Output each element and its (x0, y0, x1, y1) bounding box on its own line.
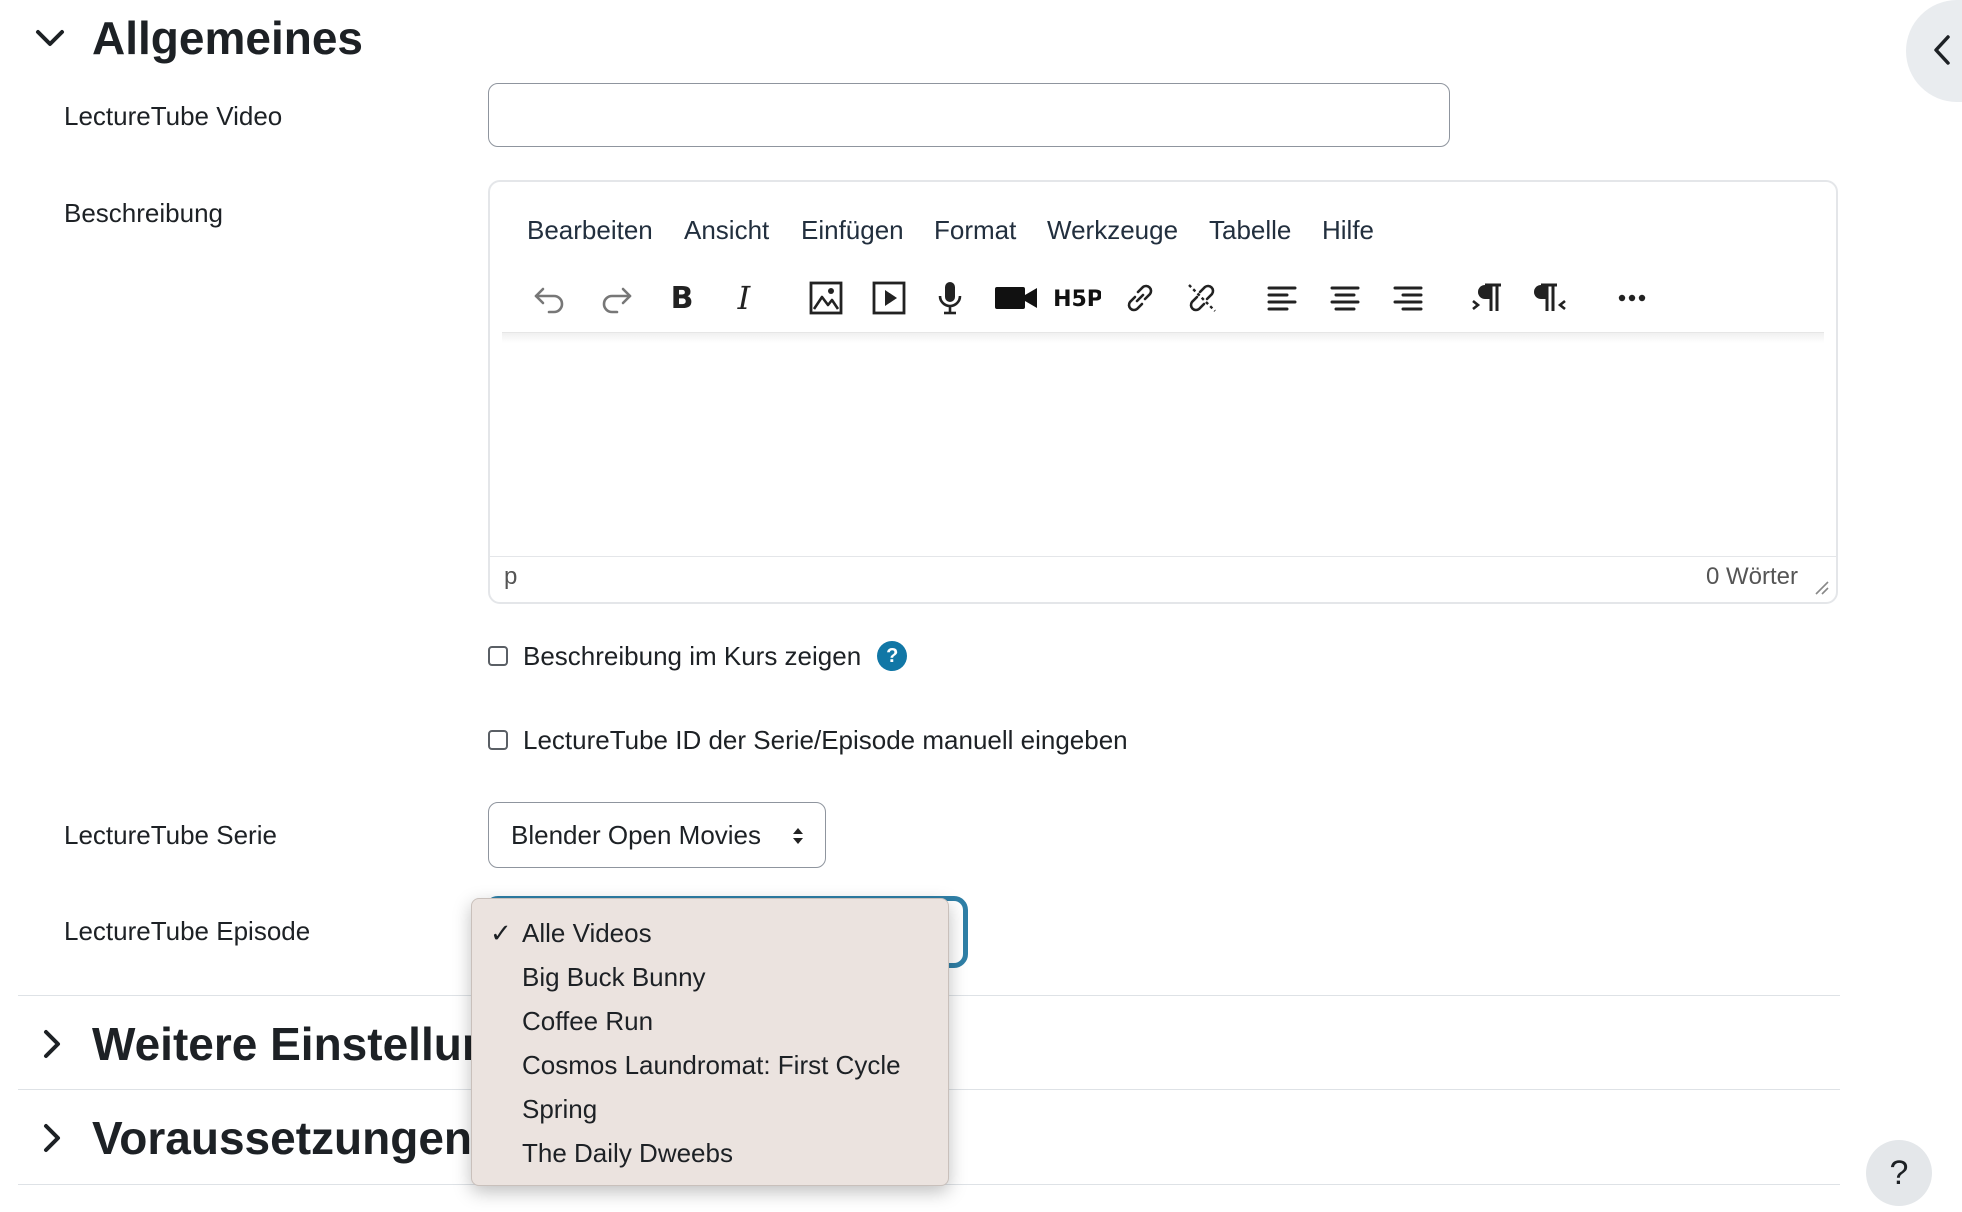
help-icon[interactable]: ? (877, 641, 908, 671)
episode-dropdown-list: ✓ Alle Videos Big Buck Bunny Coffee Run … (471, 898, 949, 1186)
menu-table[interactable]: Tabelle (1209, 210, 1291, 250)
h5p-icon[interactable]: H5P (1050, 270, 1106, 326)
redo-icon[interactable] (590, 270, 642, 326)
microphone-icon[interactable] (924, 270, 976, 326)
element-path[interactable]: p (504, 563, 517, 591)
menu-format[interactable]: Format (934, 210, 1016, 250)
align-left-icon[interactable] (1256, 270, 1308, 326)
rtl-icon[interactable] (1524, 270, 1576, 326)
expand-chevron-icon[interactable] (36, 1118, 68, 1158)
editor-toolbar: B I H5P (510, 270, 1816, 330)
link-icon[interactable] (1114, 270, 1166, 326)
align-right-icon[interactable] (1382, 270, 1434, 326)
resize-handle-icon[interactable] (1814, 580, 1830, 596)
checkmark-icon: ✓ (490, 918, 512, 948)
description-label: Beschreibung (64, 198, 223, 228)
align-center-icon[interactable] (1319, 270, 1371, 326)
manual-id-label[interactable]: LectureTube ID der Serie/Episode manuell… (523, 723, 1128, 757)
dropdown-option[interactable]: The Daily Dweebs (522, 1135, 733, 1171)
section-title-general[interactable]: Allgemeines (92, 8, 363, 68)
dropdown-option[interactable]: Alle Videos (522, 915, 652, 951)
dropdown-option[interactable]: Big Buck Bunny (522, 959, 706, 995)
menu-tools[interactable]: Werkzeuge (1047, 210, 1178, 250)
manual-id-checkbox[interactable] (488, 730, 508, 750)
dropdown-option[interactable]: Coffee Run (522, 1003, 653, 1039)
ltr-icon[interactable] (1462, 270, 1514, 326)
svg-text:B: B (671, 281, 694, 316)
toolbar-divider (502, 332, 1824, 343)
chevron-left-icon (1934, 35, 1950, 65)
menu-insert[interactable]: Einfügen (801, 210, 904, 250)
undo-icon[interactable] (524, 270, 576, 326)
select-arrows-icon (793, 828, 803, 844)
episode-label: LectureTube Episode (64, 916, 311, 946)
menu-help[interactable]: Hilfe (1322, 210, 1374, 250)
series-select[interactable]: Blender Open Movies (488, 802, 826, 868)
show-description-row: Beschreibung im Kurs zeigen ? (488, 639, 908, 673)
video-camera-icon[interactable] (986, 270, 1046, 326)
video-input[interactable] (488, 83, 1450, 147)
svg-text:H5P: H5P (1055, 287, 1101, 312)
editor-statusbar: p 0 Wörter (490, 556, 1836, 602)
word-count: 0 Wörter (1705, 563, 1798, 590)
video-label: LectureTube Video (64, 101, 283, 131)
drawer-toggle-button[interactable] (1906, 0, 1962, 102)
menu-edit[interactable]: Bearbeiten (527, 210, 653, 250)
manual-id-row: LectureTube ID der Serie/Episode manuell… (488, 723, 1128, 757)
section-collapse-chevron-icon[interactable] (30, 18, 70, 58)
section-title-prerequisites[interactable]: Voraussetzungen (92, 1108, 472, 1168)
editor-content-area[interactable] (490, 344, 1836, 558)
image-icon[interactable] (800, 270, 852, 326)
show-description-checkbox[interactable] (488, 646, 508, 666)
floating-help-button[interactable]: ? (1866, 1140, 1932, 1206)
series-select-value: Blender Open Movies (511, 819, 762, 850)
series-label: LectureTube Serie (64, 820, 277, 850)
show-description-label[interactable]: Beschreibung im Kurs zeigen (523, 639, 861, 673)
media-icon[interactable] (863, 270, 915, 326)
expand-chevron-icon[interactable] (36, 1024, 68, 1064)
italic-icon[interactable]: I (718, 270, 770, 326)
unlink-icon[interactable] (1176, 270, 1228, 326)
dropdown-option[interactable]: Cosmos Laundromat: First Cycle (522, 1047, 901, 1083)
rich-text-editor: Bearbeiten Ansicht Einfügen Format Werkz… (488, 180, 1838, 604)
bold-icon[interactable]: B (656, 270, 708, 326)
svg-text:I: I (737, 279, 752, 317)
dropdown-option[interactable]: Spring (522, 1091, 597, 1127)
more-icon[interactable] (1606, 270, 1658, 326)
menu-view[interactable]: Ansicht (684, 210, 769, 250)
